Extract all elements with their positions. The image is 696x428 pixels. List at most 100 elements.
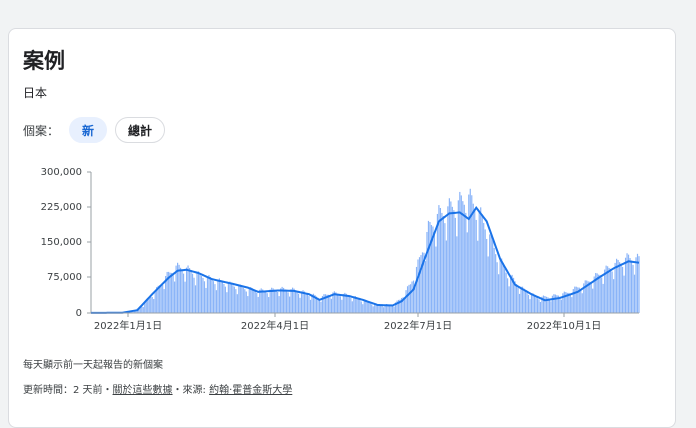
daily-bar: [459, 192, 460, 313]
daily-bar: [589, 282, 590, 313]
daily-bar: [234, 287, 235, 313]
daily-bar: [629, 258, 630, 313]
daily-bar: [532, 293, 533, 313]
daily-bar: [347, 295, 348, 313]
daily-bar: [147, 299, 148, 313]
daily-cases-bars: [90, 189, 639, 313]
daily-bar: [455, 218, 456, 313]
daily-bar: [443, 216, 444, 313]
daily-bar: [485, 229, 486, 313]
daily-bar: [600, 275, 601, 313]
daily-bar: [426, 232, 427, 313]
daily-bar: [183, 274, 184, 313]
cases-card: 案例 日本 個案： 新 總計 300,000 225,000 150,000 7…: [8, 28, 676, 428]
daily-bar: [152, 297, 153, 313]
daily-bar: [538, 299, 539, 313]
daily-bar: [268, 297, 269, 313]
daily-bar: [416, 267, 417, 313]
daily-bar: [211, 279, 212, 313]
daily-bar: [444, 223, 445, 313]
daily-bar: [359, 300, 360, 313]
daily-bar: [259, 290, 260, 313]
daily-bar: [543, 296, 544, 313]
daily-bar: [304, 291, 305, 313]
daily-bar: [244, 289, 245, 313]
daily-bar: [202, 278, 203, 313]
daily-bar: [225, 287, 226, 313]
daily-bar: [425, 261, 426, 313]
daily-bar: [241, 286, 242, 313]
daily-bar: [293, 289, 294, 313]
daily-bar: [311, 294, 312, 313]
daily-bar: [352, 301, 353, 313]
daily-bar: [141, 306, 142, 313]
daily-bar: [383, 307, 384, 313]
daily-bar: [341, 300, 342, 313]
daily-bar: [237, 294, 238, 313]
daily-bar: [559, 297, 560, 313]
daily-bar: [308, 296, 309, 313]
daily-bar: [449, 198, 450, 313]
daily-bar: [604, 270, 605, 313]
daily-bar: [219, 278, 220, 313]
daily-bar: [411, 282, 412, 313]
source-link[interactable]: 約翰·霍普金斯大學: [209, 385, 292, 396]
daily-bar: [283, 288, 284, 313]
daily-bar: [192, 274, 193, 313]
daily-bar: [612, 272, 613, 313]
daily-bar: [208, 275, 209, 313]
daily-bar: [483, 223, 484, 313]
daily-bar: [488, 256, 489, 313]
daily-bar: [289, 297, 290, 313]
daily-bar: [534, 295, 535, 313]
daily-bar: [367, 301, 368, 313]
daily-bar: [264, 291, 265, 313]
daily-bar: [373, 306, 374, 313]
daily-bar: [506, 273, 507, 313]
daily-bar: [349, 296, 350, 313]
daily-bar: [619, 262, 620, 313]
daily-bar: [474, 210, 475, 313]
daily-bar: [615, 263, 616, 313]
daily-bar: [252, 288, 253, 313]
daily-bar: [570, 294, 571, 313]
daily-bar: [343, 294, 344, 313]
daily-bar: [410, 284, 411, 313]
daily-bar: [503, 263, 504, 313]
daily-bar: [489, 234, 490, 313]
daily-bar: [535, 297, 536, 313]
daily-bar: [338, 295, 339, 313]
daily-bar: [501, 258, 502, 313]
daily-bar: [299, 298, 300, 313]
daily-bar: [528, 295, 529, 313]
daily-bar: [564, 292, 565, 313]
daily-bar: [319, 299, 320, 313]
daily-bar: [408, 285, 409, 313]
daily-bar: [464, 205, 465, 313]
daily-bar: [428, 221, 429, 313]
daily-bar: [537, 298, 538, 313]
daily-bar: [392, 306, 393, 313]
daily-bar: [204, 281, 205, 313]
daily-bar: [465, 213, 466, 313]
daily-bar: [149, 298, 150, 313]
new-cases-chip[interactable]: 新: [69, 117, 107, 143]
daily-bar: [555, 295, 556, 313]
about-data-link[interactable]: 關於這些數據: [113, 385, 173, 396]
daily-bar: [407, 286, 408, 313]
daily-bar: [623, 276, 624, 313]
daily-bar: [210, 277, 211, 313]
daily-bar: [580, 289, 581, 313]
daily-bar: [591, 283, 592, 313]
daily-bar: [187, 265, 188, 313]
daily-bar: [382, 306, 383, 313]
daily-bar: [184, 282, 185, 313]
daily-bar: [144, 303, 145, 313]
daily-bar: [193, 278, 194, 313]
total-cases-chip[interactable]: 總計: [115, 117, 165, 143]
daily-bar: [582, 293, 583, 313]
daily-bar: [362, 304, 363, 313]
daily-bar: [634, 275, 635, 313]
daily-bar: [509, 286, 510, 313]
daily-bar: [452, 207, 453, 313]
